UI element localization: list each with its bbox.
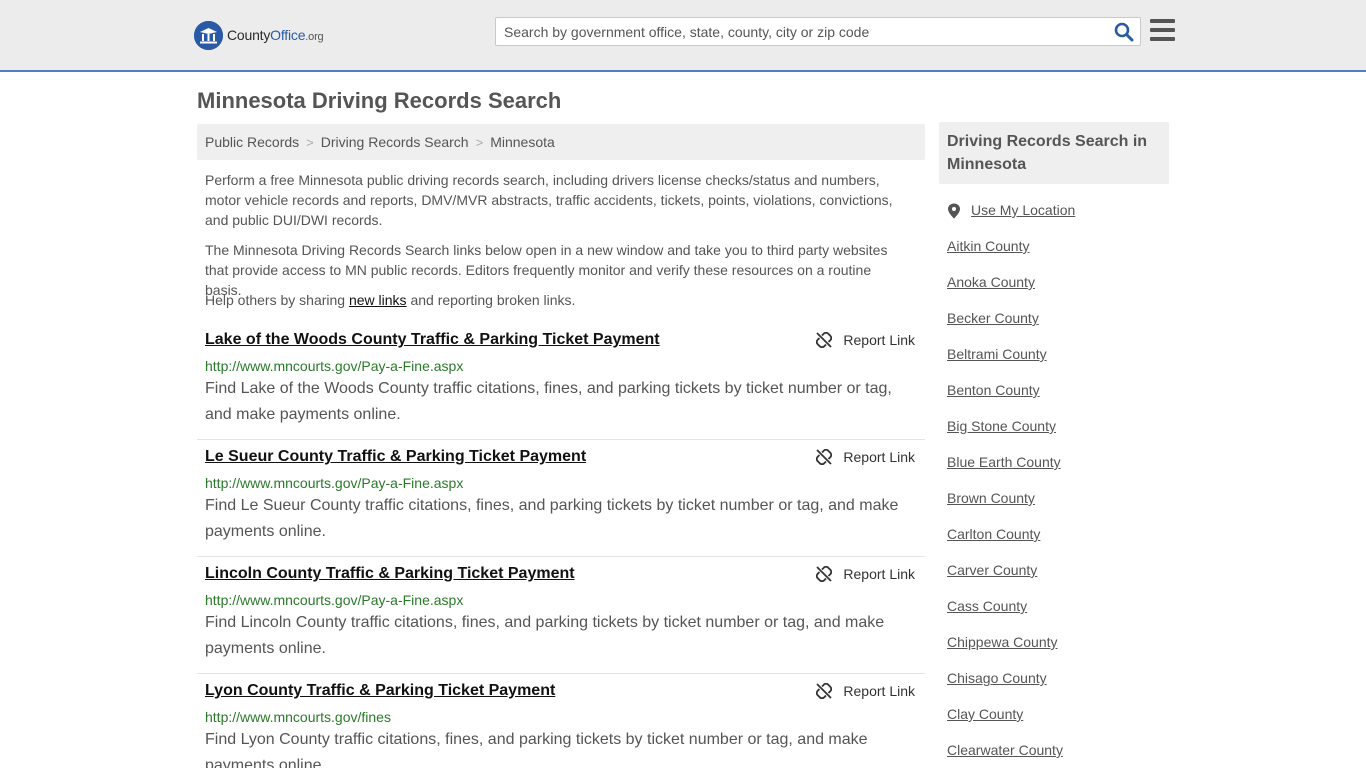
help-text-before: Help others by sharing (205, 292, 349, 308)
record-url: http://www.mncourts.gov/Pay-a-Fine.aspx (205, 358, 464, 374)
logo-office: Office (270, 27, 306, 43)
record-title-link[interactable]: Lyon County Traffic & Parking Ticket Pay… (205, 682, 555, 700)
use-my-location-link[interactable]: Use My Location (947, 200, 1169, 236)
record-item: Lyon County Traffic & Parking Ticket Pay… (197, 674, 925, 768)
sidebar-county-link[interactable]: Chippewa County (947, 632, 1169, 668)
breadcrumb-separator: > (306, 134, 314, 150)
record-description: Find Lake of the Woods County traffic ci… (205, 380, 892, 423)
breadcrumb: Public Records > Driving Records Search … (197, 124, 925, 160)
hamburger-menu-icon[interactable] (1150, 19, 1175, 41)
help-text-after: and reporting broken links. (406, 292, 576, 308)
broken-link-icon (816, 449, 833, 465)
record-url: http://www.mncourts.gov/Pay-a-Fine.aspx (205, 592, 464, 608)
sidebar-county-link[interactable]: Anoka County (947, 272, 1169, 308)
report-link-button[interactable]: Report Link (816, 332, 915, 348)
record-title-link[interactable]: Le Sueur County Traffic & Parking Ticket… (205, 448, 586, 466)
sidebar-county-link[interactable]: Becker County (947, 308, 1169, 344)
sidebar-county-link[interactable]: Brown County (947, 488, 1169, 524)
intro-paragraph: Perform a free Minnesota public driving … (205, 172, 893, 228)
record-description: Find Lincoln County traffic citations, f… (205, 614, 885, 657)
sidebar-county-link[interactable]: Beltrami County (947, 344, 1169, 380)
use-my-location-label: Use My Location (971, 202, 1076, 218)
record-item: Lake of the Woods County Traffic & Parki… (197, 323, 925, 440)
logo-badge-icon (194, 20, 223, 50)
record-item: Lincoln County Traffic & Parking Ticket … (197, 557, 925, 674)
search-icon (1114, 22, 1134, 42)
breadcrumb-public-records[interactable]: Public Records (205, 134, 299, 150)
record-url: http://www.mncourts.gov/Pay-a-Fine.aspx (205, 475, 464, 491)
site-logo[interactable]: CountyOffice.org (194, 20, 324, 50)
sidebar-county-link[interactable]: Clearwater County (947, 740, 1169, 768)
record-url: http://www.mncourts.gov/fines (205, 709, 391, 725)
record-item: Le Sueur County Traffic & Parking Ticket… (197, 440, 925, 557)
breadcrumb-driving-records[interactable]: Driving Records Search (321, 134, 469, 150)
site-header: CountyOffice.org (0, 0, 1366, 72)
new-links-link[interactable]: new links (349, 292, 407, 308)
search-box (495, 17, 1141, 46)
report-link-button[interactable]: Report Link (816, 566, 915, 582)
report-link-label: Report Link (843, 449, 915, 465)
breadcrumb-minnesota[interactable]: Minnesota (490, 134, 555, 150)
report-link-button[interactable]: Report Link (816, 683, 915, 699)
sidebar-heading: Driving Records Search in Minnesota (939, 122, 1169, 184)
report-link-button[interactable]: Report Link (816, 449, 915, 465)
sidebar-county-link[interactable]: Carver County (947, 560, 1169, 596)
page-title: Minnesota Driving Records Search (197, 88, 562, 113)
logo-org: .org (305, 31, 324, 43)
sidebar-county-link[interactable]: Chisago County (947, 668, 1169, 704)
sidebar-county-link[interactable]: Benton County (947, 380, 1169, 416)
broken-link-icon (816, 683, 833, 699)
breadcrumb-separator: > (475, 134, 484, 150)
broken-link-icon (816, 332, 833, 348)
sidebar-county-link[interactable]: Cass County (947, 596, 1169, 632)
search-input[interactable] (496, 18, 1106, 45)
sidebar-county-link[interactable]: Clay County (947, 704, 1169, 740)
report-link-label: Report Link (843, 566, 915, 582)
logo-county: County (227, 27, 271, 43)
report-link-label: Report Link (843, 332, 915, 348)
intro-help-text: Help others by sharing new links and rep… (205, 290, 905, 310)
sidebar-county-link[interactable]: Aitkin County (947, 236, 1169, 272)
map-pin-icon (948, 203, 960, 219)
logo-text: CountyOffice.org (227, 27, 324, 43)
sidebar-county-link[interactable]: Carlton County (947, 524, 1169, 560)
sidebar-county-list: Use My Location Aitkin County Anoka Coun… (947, 200, 1169, 768)
record-title-link[interactable]: Lincoln County Traffic & Parking Ticket … (205, 565, 575, 583)
sidebar-county-link[interactable]: Big Stone County (947, 416, 1169, 452)
broken-link-icon (816, 566, 833, 582)
sidebar-county-link[interactable]: Blue Earth County (947, 452, 1169, 488)
record-description: Find Lyon County traffic citations, fine… (205, 731, 868, 768)
report-link-label: Report Link (843, 683, 915, 699)
record-description: Find Le Sueur County traffic citations, … (205, 497, 899, 540)
record-title-link[interactable]: Lake of the Woods County Traffic & Parki… (205, 331, 660, 349)
search-button[interactable] (1114, 22, 1134, 42)
